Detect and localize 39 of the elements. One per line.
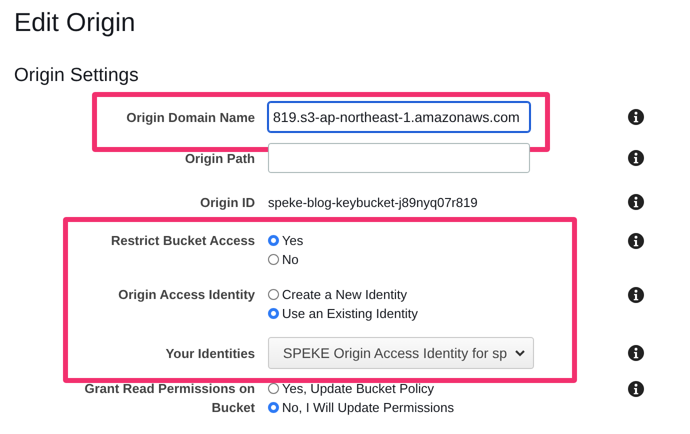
- radio-option[interactable]: Yes, Update Bucket Policy: [268, 379, 538, 398]
- field-label: Restrict Bucket Access: [110, 232, 255, 250]
- radio-option[interactable]: Yes: [268, 231, 538, 250]
- origin-id-value: speke-blog-keybucket-j89nyq07r819: [268, 194, 478, 210]
- radio-button[interactable]: [268, 402, 279, 413]
- identities-dropdown[interactable]: SPEKE Origin Access Identity for sp: [268, 337, 534, 369]
- field-label: Grant Read Permissions on Bucket: [84, 380, 255, 417]
- radio-label: No: [282, 251, 299, 269]
- info-icon[interactable]: [628, 109, 644, 125]
- info-icon[interactable]: [628, 287, 644, 303]
- radio-button[interactable]: [268, 254, 279, 265]
- text-field[interactable]: 819.s3-ap-northeast-1.amazonaws.com: [268, 102, 530, 132]
- field-label: Origin ID: [199, 194, 255, 212]
- radio-button[interactable]: [268, 308, 279, 319]
- field-label: Origin Domain Name: [125, 108, 255, 126]
- radio-option[interactable]: Use an Existing Identity: [268, 304, 538, 323]
- info-icon[interactable]: [628, 345, 644, 361]
- field-label: Origin Access Identity: [117, 286, 255, 304]
- field-label: Origin Path: [184, 150, 255, 168]
- radio-label: Use an Existing Identity: [282, 305, 418, 323]
- info-icon[interactable]: [628, 194, 644, 210]
- info-icon[interactable]: [628, 381, 644, 397]
- radio-label: Create a New Identity: [282, 286, 408, 304]
- radio-option[interactable]: Create a New Identity: [268, 285, 538, 304]
- radio-button[interactable]: [268, 383, 279, 394]
- radio-option[interactable]: No: [268, 250, 538, 269]
- radio-label: Yes, Update Bucket Policy: [282, 380, 434, 398]
- radio-button[interactable]: [268, 289, 279, 300]
- info-icon[interactable]: [628, 233, 644, 249]
- text-field[interactable]: [268, 143, 530, 173]
- section-title: Origin Settings: [14, 64, 140, 88]
- radio-label: No, I Will Update Permissions: [282, 399, 454, 417]
- info-icon[interactable]: [628, 150, 644, 166]
- radio-label: Yes: [282, 232, 304, 250]
- chevron-down-icon: [515, 350, 525, 356]
- radio-option[interactable]: No, I Will Update Permissions: [268, 398, 538, 417]
- radio-button[interactable]: [268, 235, 279, 246]
- field-label: Your Identities: [164, 344, 255, 362]
- page-title: Edit Origin: [14, 6, 136, 38]
